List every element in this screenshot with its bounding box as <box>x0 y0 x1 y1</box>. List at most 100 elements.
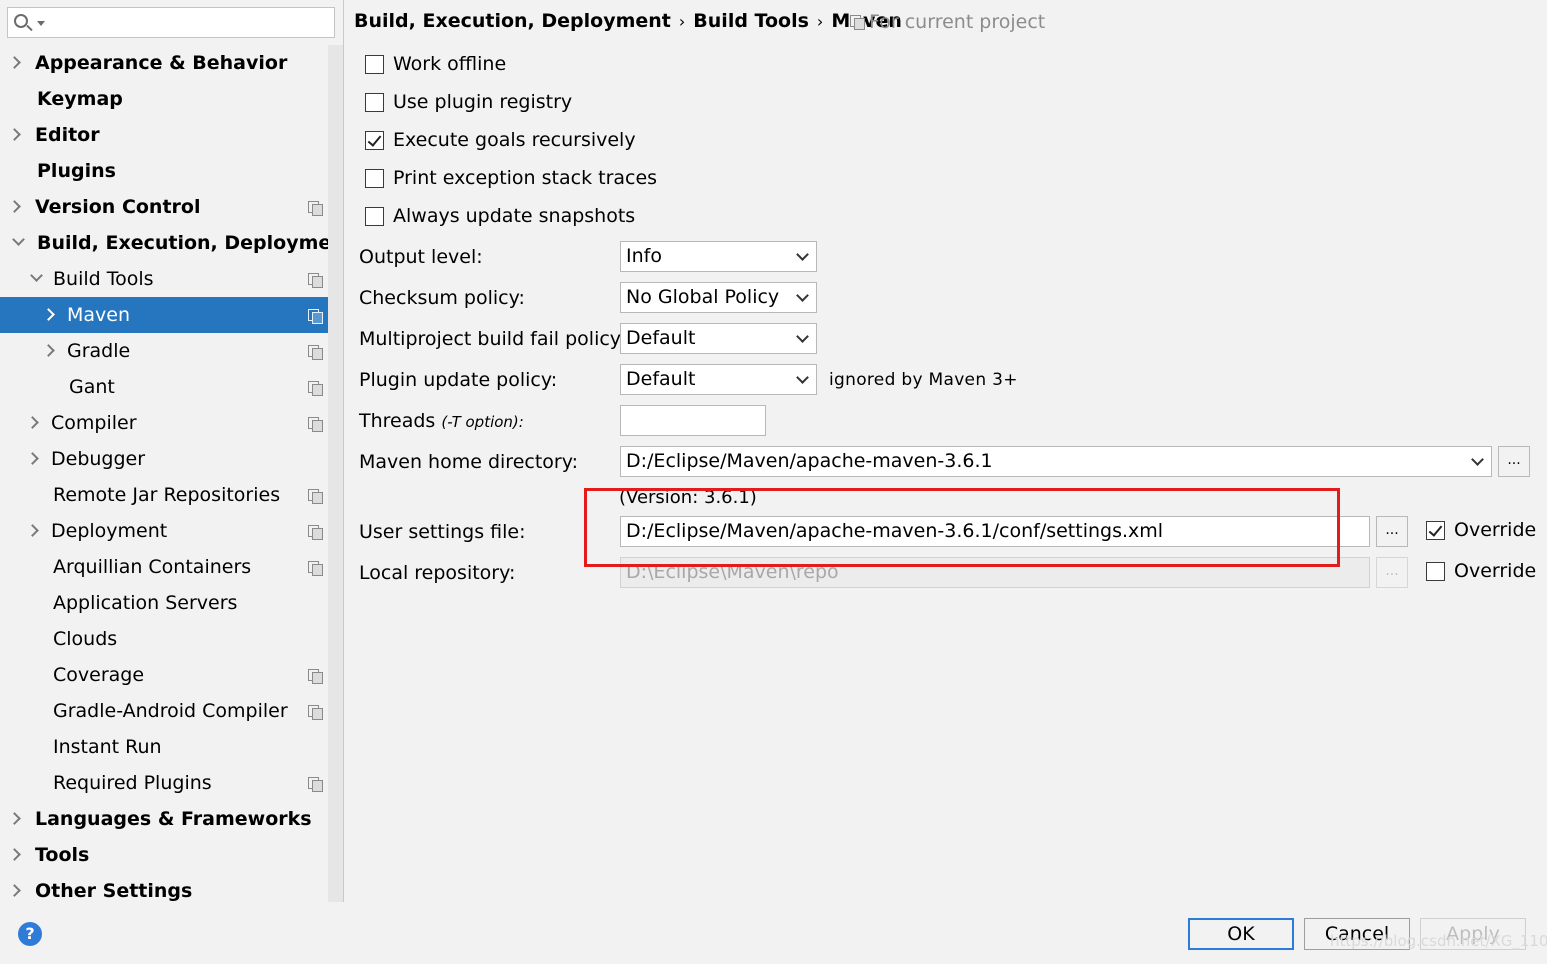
plugin-update-policy-value: Default <box>626 368 696 390</box>
tree-item-version-control[interactable]: Version Control <box>0 189 343 225</box>
chevron-right-icon[interactable] <box>8 128 21 141</box>
tree-item-label: Instant Run <box>53 736 162 758</box>
tree-item-label: Version Control <box>35 196 201 218</box>
tree-item-debugger[interactable]: Debugger <box>0 441 343 477</box>
chevron-down-icon <box>796 248 809 261</box>
local-repository-override-checkbox[interactable] <box>1426 562 1445 581</box>
multiproject-fail-policy-select[interactable]: Default <box>620 323 817 354</box>
search-icon <box>14 14 28 28</box>
checksum-policy-value: No Global Policy <box>626 286 780 308</box>
tree-item-label: Other Settings <box>35 880 193 902</box>
project-scope-icon <box>308 381 323 396</box>
work-offline-checkbox[interactable] <box>365 55 384 74</box>
local-repository-browse-button[interactable]: ... <box>1376 557 1408 588</box>
search-options-icon[interactable] <box>37 21 45 26</box>
always-update-snapshots-checkbox[interactable] <box>365 207 384 226</box>
tree-item-arquillian-containers[interactable]: Arquillian Containers <box>0 549 343 585</box>
tree-item-coverage[interactable]: Coverage <box>0 657 343 693</box>
tree-item-compiler[interactable]: Compiler <box>0 405 343 441</box>
use-plugin-registry-label: Use plugin registry <box>393 91 573 113</box>
tree-item-label: Gradle-Android Compiler <box>53 700 288 722</box>
tree-item-keymap[interactable]: Keymap <box>0 81 343 117</box>
tree-item-other-settings[interactable]: Other Settings <box>0 873 343 902</box>
execute-goals-recursively-label: Execute goals recursively <box>393 129 636 151</box>
scope-indicator: For current project <box>850 11 1045 33</box>
output-level-label: Output level: <box>359 246 483 268</box>
execute-goals-recursively-checkbox[interactable] <box>365 131 384 150</box>
print-exception-stack-traces-checkbox[interactable] <box>365 169 384 188</box>
tree-item-build-execution-deployment[interactable]: Build, Execution, Deployment <box>0 225 343 261</box>
output-level-value: Info <box>626 245 662 267</box>
project-scope-icon <box>308 561 323 576</box>
chevron-right-icon[interactable] <box>42 344 55 357</box>
settings-sidebar: Appearance & Behavior Keymap Editor Plug… <box>0 0 344 902</box>
always-update-snapshots-label: Always update snapshots <box>393 205 636 227</box>
ok-button[interactable]: OK <box>1188 918 1294 950</box>
tree-item-label: Remote Jar Repositories <box>53 484 281 506</box>
tree-item-build-tools[interactable]: Build Tools <box>0 261 343 297</box>
maven-home-value: D:/Eclipse/Maven/apache-maven-3.6.1 <box>626 450 993 472</box>
plugin-update-policy-select[interactable]: Default <box>620 364 817 395</box>
tree-item-appearance-behavior[interactable]: Appearance & Behavior <box>0 45 343 81</box>
local-repository-override-label: Override <box>1454 560 1537 582</box>
tree-item-label: Required Plugins <box>53 772 212 794</box>
chevron-right-icon[interactable] <box>26 524 39 537</box>
tree-item-clouds[interactable]: Clouds <box>0 621 343 657</box>
chevron-right-icon[interactable] <box>8 848 21 861</box>
project-scope-icon <box>308 201 323 216</box>
chevron-right-icon[interactable] <box>8 812 21 825</box>
chevron-down-icon[interactable] <box>30 269 43 282</box>
multiproject-fail-policy-value: Default <box>626 327 696 349</box>
threads-label-text: Threads <box>359 410 436 432</box>
annotation-highlight-box <box>584 488 1340 567</box>
project-scope-icon <box>850 15 865 30</box>
tree-item-label: Editor <box>35 124 100 146</box>
output-level-select[interactable]: Info <box>620 241 817 272</box>
user-settings-override-checkbox[interactable] <box>1426 521 1445 540</box>
use-plugin-registry-checkbox[interactable] <box>365 93 384 112</box>
breadcrumb-item: Build, Execution, Deployment <box>354 10 671 32</box>
tree-item-plugins[interactable]: Plugins <box>0 153 343 189</box>
tree-item-gant[interactable]: Gant <box>0 369 343 405</box>
tree-item-label: Build, Execution, Deployment <box>37 232 344 254</box>
help-icon[interactable]: ? <box>18 922 42 946</box>
tree-item-required-plugins[interactable]: Required Plugins <box>0 765 343 801</box>
user-settings-browse-button[interactable]: ... <box>1376 516 1408 547</box>
tree-item-instant-run[interactable]: Instant Run <box>0 729 343 765</box>
chevron-right-icon[interactable] <box>8 200 21 213</box>
chevron-right-icon[interactable] <box>26 452 39 465</box>
maven-home-select[interactable]: D:/Eclipse/Maven/apache-maven-3.6.1 <box>620 446 1492 477</box>
checksum-policy-select[interactable]: No Global Policy <box>620 282 817 313</box>
tree-item-label: Languages & Frameworks <box>35 808 312 830</box>
maven-home-browse-button[interactable]: ... <box>1498 446 1530 477</box>
tree-item-gradle[interactable]: Gradle <box>0 333 343 369</box>
tree-item-remote-jar-repositories[interactable]: Remote Jar Repositories <box>0 477 343 513</box>
settings-search-input[interactable] <box>7 7 335 38</box>
chevron-right-icon[interactable] <box>26 416 39 429</box>
tree-item-label: Maven <box>67 304 131 326</box>
chevron-down-icon <box>1471 453 1484 466</box>
chevron-down-icon[interactable] <box>12 233 25 246</box>
project-scope-icon <box>308 345 323 360</box>
chevron-right-icon[interactable] <box>8 56 21 69</box>
tree-item-label: Build Tools <box>53 268 154 290</box>
sidebar-scrollbar[interactable] <box>328 45 343 902</box>
tree-item-label: Gradle <box>67 340 131 362</box>
project-scope-icon <box>308 417 323 432</box>
threads-label: Threads (-T option): <box>359 410 524 432</box>
tree-item-deployment[interactable]: Deployment <box>0 513 343 549</box>
tree-item-editor[interactable]: Editor <box>0 117 343 153</box>
checksum-policy-label: Checksum policy: <box>359 287 525 309</box>
threads-input[interactable] <box>620 405 766 436</box>
tree-item-maven[interactable]: Maven <box>0 297 343 333</box>
tree-item-label: Gant <box>69 376 115 398</box>
tree-item-gradle-android-compiler[interactable]: Gradle-Android Compiler <box>0 693 343 729</box>
breadcrumb-item: Build Tools <box>693 10 809 32</box>
tree-item-label: Clouds <box>53 628 118 650</box>
tree-item-application-servers[interactable]: Application Servers <box>0 585 343 621</box>
local-repository-label: Local repository: <box>359 562 516 584</box>
chevron-right-icon[interactable] <box>42 308 55 321</box>
chevron-right-icon[interactable] <box>8 884 21 897</box>
tree-item-tools[interactable]: Tools <box>0 837 343 873</box>
tree-item-languages-frameworks[interactable]: Languages & Frameworks <box>0 801 343 837</box>
